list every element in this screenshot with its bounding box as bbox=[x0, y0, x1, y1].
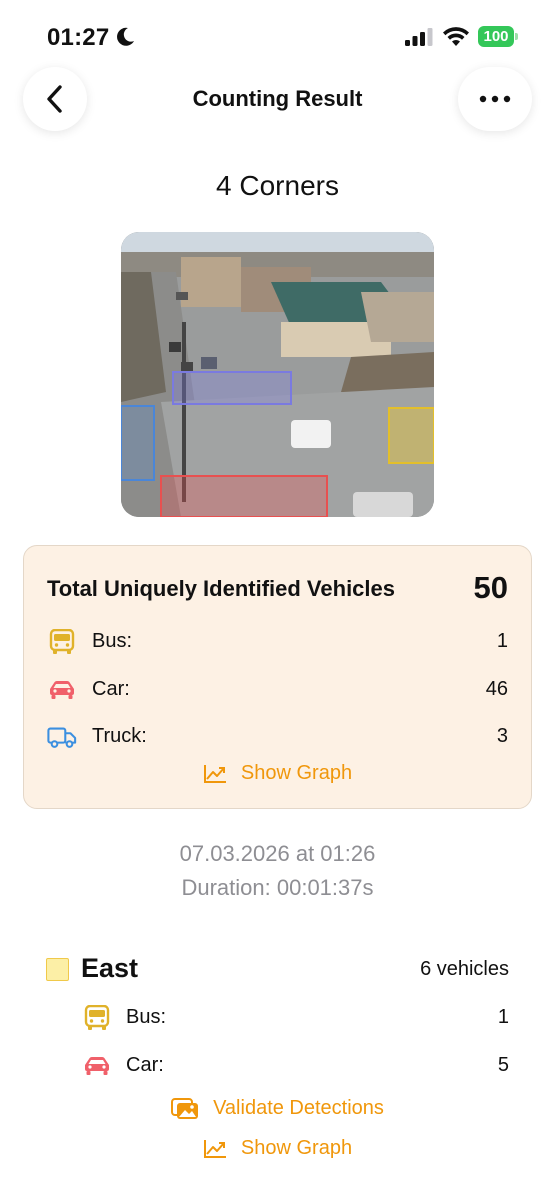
show-graph-label: Show Graph bbox=[240, 1137, 353, 1159]
intersection-scene-image bbox=[121, 232, 434, 517]
vehicle-count: 1 bbox=[496, 630, 508, 652]
vehicle-label: Truck: bbox=[92, 725, 147, 747]
summary-show-graph-link[interactable]: Show Graph bbox=[24, 762, 531, 790]
count-datetime: 07.03.2026 at 01:26 bbox=[179, 841, 376, 866]
east-show-graph-link[interactable]: Show Graph bbox=[0, 1137, 555, 1165]
more-options-button[interactable] bbox=[458, 67, 532, 131]
vehicle-label: Bus: bbox=[92, 630, 133, 652]
east-row-bus: Bus: 1 bbox=[0, 1003, 555, 1033]
status-time: 01:27 bbox=[47, 24, 110, 51]
camera-name: 4 Corners bbox=[216, 170, 339, 201]
summary-row-bus: Bus: 1 bbox=[24, 627, 531, 657]
ellipsis-icon bbox=[479, 95, 511, 103]
cellular-signal-icon bbox=[405, 28, 433, 46]
section-vehicle-count: 6 vehicles bbox=[420, 958, 509, 980]
show-graph-label: Show Graph bbox=[240, 762, 353, 784]
validate-detections-label: Validate Detections bbox=[213, 1097, 384, 1119]
summary-row-car: Car: 46 bbox=[24, 675, 531, 705]
chart-line-icon bbox=[203, 764, 226, 783]
wifi-icon bbox=[443, 27, 469, 46]
summary-row-truck: Truck: 3 bbox=[24, 722, 531, 752]
vehicle-count: 46 bbox=[485, 678, 508, 700]
battery-tip bbox=[515, 33, 518, 40]
east-row-car: Car: 5 bbox=[0, 1051, 555, 1081]
photos-icon bbox=[171, 1097, 199, 1119]
section-title-east: East bbox=[81, 953, 139, 983]
section-color-swatch bbox=[46, 958, 69, 981]
vehicle-label: Car: bbox=[92, 678, 130, 700]
vehicle-count: 3 bbox=[496, 725, 508, 747]
vehicle-label: Car: bbox=[126, 1054, 164, 1076]
status-bar: 01:27 100 bbox=[0, 0, 555, 70]
vehicle-count: 5 bbox=[497, 1054, 509, 1076]
car-icon bbox=[85, 1057, 109, 1075]
summary-card: Total Uniquely Identified Vehicles 50 Bu… bbox=[23, 545, 532, 809]
vehicle-count: 1 bbox=[497, 1006, 509, 1028]
summary-title: Total Uniquely Identified Vehicles bbox=[47, 576, 395, 601]
count-duration: Duration: 00:01:37s bbox=[181, 875, 374, 900]
validate-detections-link[interactable]: Validate Detections bbox=[0, 1097, 555, 1126]
bus-icon bbox=[49, 629, 75, 654]
vehicle-label: Bus: bbox=[126, 1006, 167, 1028]
battery-indicator: 100 bbox=[478, 26, 518, 47]
car-icon bbox=[50, 681, 74, 699]
truck-icon bbox=[47, 727, 77, 748]
summary-total: 50 bbox=[473, 570, 508, 605]
camera-snapshot[interactable] bbox=[121, 232, 434, 517]
battery-level: 100 bbox=[478, 26, 514, 47]
chart-line-icon bbox=[203, 1139, 226, 1158]
bus-icon bbox=[84, 1005, 110, 1030]
moon-icon bbox=[117, 27, 134, 46]
